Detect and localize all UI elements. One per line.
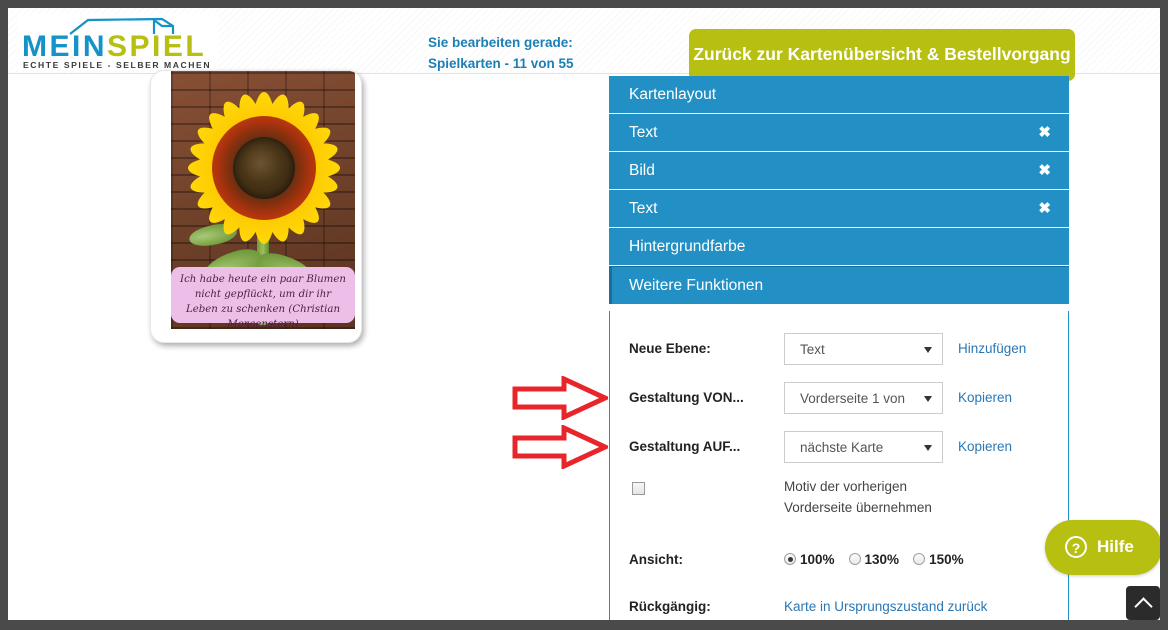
ansicht-radio-group: 100% 130% 150% [784,550,978,570]
accordion-item-bild[interactable]: Bild ✖ [609,152,1069,190]
accordion-item-label: Hintergrundfarbe [629,238,746,255]
accordion-item-label: Weitere Funktionen [629,277,764,294]
accordion-item-kartenlayout[interactable]: Kartenlayout [609,76,1069,114]
sunflower-petals [181,85,347,251]
row-label: Rückgängig: [629,599,711,614]
logo-text-spiel: SPIEL [107,30,207,63]
card-preview[interactable]: Ich habe heute ein paar Blumen nicht gep… [150,70,362,343]
editing-status: Sie bearbeiten gerade: Spielkarten - 11 … [428,32,688,74]
select-value: Vorderseite 1 von [800,391,906,406]
radio-label: 150% [929,552,964,567]
close-icon[interactable]: ✖ [1038,123,1051,143]
editing-status-line2: Spielkarten - 11 von 55 [428,56,574,71]
help-button-label: Hilfe [1097,537,1134,556]
accordion-item-weitere-funktionen[interactable]: Weitere Funktionen [609,266,1069,304]
checkbox-label-line2: Vorderseite übernehmen [784,500,932,515]
row-label: Neue Ebene: [629,341,711,356]
accordion-item-text[interactable]: Text ✖ [609,190,1069,228]
checkbox-label-line1: Motiv der vorherigen [784,479,908,494]
row-label: Gestaltung VON... [629,390,744,405]
motiv-uebernehmen-checkbox[interactable] [632,482,645,495]
browser-viewport: MEINSPIEL ECHTE SPIELE - SELBER MACHEN S… [0,0,1168,630]
radio-indicator [848,553,861,565]
weitere-funktionen-panel: Neue Ebene: Text Hinzufügen Gestaltung V… [609,311,1069,620]
layer-accordion: Kartenlayout Text ✖ Bild ✖ Text ✖ Hintergrundfa… [609,76,1069,304]
annotation-arrow-right [512,425,608,469]
reset-card-link[interactable]: Karte in Ursprungszustand zurück [784,598,987,616]
annotation-arrow-right [512,376,608,420]
accordion-item-text[interactable]: Text ✖ [609,114,1069,152]
accordion-item-label: Kartenlayout [629,86,717,103]
row-gestaltung-von: Gestaltung VON... Vorderseite 1 von Kopi… [610,378,1070,418]
gestaltung-von-select[interactable]: Vorderseite 1 von [784,382,943,414]
neue-ebene-select[interactable]: Text [784,333,943,365]
radio-label: 130% [864,552,900,567]
card-text-layer[interactable]: Ich habe heute ein paar Blumen nicht gep… [171,267,355,330]
select-value: nächste Karte [800,440,884,455]
select-value: Text [800,342,825,357]
close-icon[interactable]: ✖ [1038,161,1051,181]
site-header: MEINSPIEL ECHTE SPIELE - SELBER MACHEN S… [8,8,1160,81]
hinzufuegen-link[interactable]: Hinzufügen [958,340,1026,358]
help-button[interactable]: ? Hilfe [1045,520,1160,575]
row-gestaltung-auf: Gestaltung AUF... nächste Karte Kopieren [610,427,1070,467]
chevron-up-icon [1134,597,1153,616]
accordion-item-label: Bild [629,162,655,179]
back-to-overview-button[interactable]: Zurück zur Kartenübersicht & Bestellvorg… [689,29,1075,81]
row-rueckgaengig: Rückgängig: Karte in Ursprungszustand zu… [610,587,1070,620]
kopieren-auf-link[interactable]: Kopieren [958,438,1012,456]
radio-label: 100% [800,552,835,567]
ansicht-radio-150[interactable]: 150% [913,550,964,570]
ansicht-radio-130[interactable]: 130% [848,550,900,570]
row-neue-ebene: Neue Ebene: Text Hinzufügen [610,329,1070,369]
row-label: Ansicht: [629,552,683,567]
editing-status-line1: Sie bearbeiten gerade: [428,35,573,50]
logo-text-mein: MEIN [22,30,107,63]
row-ansicht: Ansicht: 100% 130% 150% [610,540,1070,580]
ansicht-radio-100[interactable]: 100% [784,550,835,570]
kopieren-von-link[interactable]: Kopieren [958,389,1012,407]
row-motiv-uebernehmen: Motiv der vorherigen Vorderseite überneh… [610,471,1070,523]
chevron-down-icon [924,445,932,451]
row-label: Gestaltung AUF... [629,439,741,454]
close-icon[interactable]: ✖ [1038,199,1051,219]
radio-indicator [913,553,926,565]
page-content: MEINSPIEL ECHTE SPIELE - SELBER MACHEN S… [8,8,1160,620]
gestaltung-auf-select[interactable]: nächste Karte [784,431,943,463]
logo-tagline: ECHTE SPIELE - SELBER MACHEN [23,60,212,70]
logo-wordmark: MEINSPIEL [22,32,214,62]
accordion-item-label: Text [629,200,658,217]
checkbox-label: Motiv der vorherigen Vorderseite überneh… [784,476,1034,518]
chevron-down-icon [924,347,932,353]
accordion-item-hintergrundfarbe[interactable]: Hintergrundfarbe [609,228,1069,266]
scroll-to-top-button[interactable] [1126,586,1160,620]
question-mark-icon: ? [1065,536,1087,558]
meinspiel-logo[interactable]: MEINSPIEL ECHTE SPIELE - SELBER MACHEN [18,14,218,70]
chevron-down-icon [924,396,932,402]
radio-indicator [784,553,796,565]
accordion-item-label: Text [629,124,658,141]
